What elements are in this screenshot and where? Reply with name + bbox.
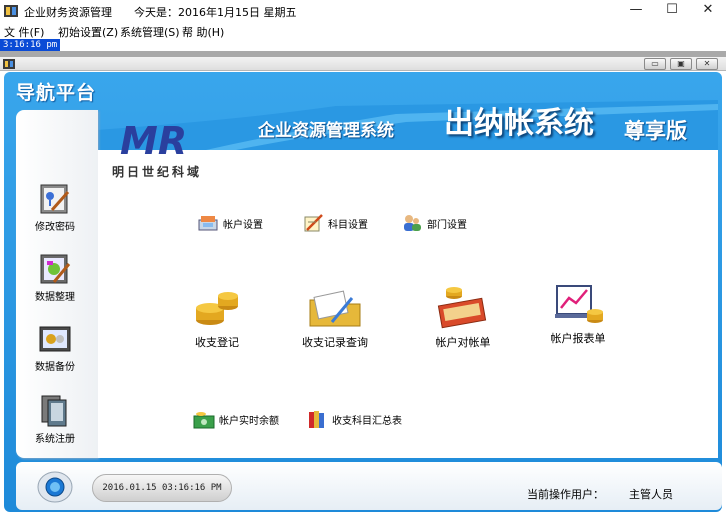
nav-data-organize-label: 数据整理 xyxy=(35,292,75,303)
close-button[interactable]: ✕ xyxy=(690,0,726,22)
account-statement-label: 帐户对帐单 xyxy=(435,336,491,349)
child-minimize-button[interactable]: ▭ xyxy=(644,58,666,70)
coins-icon xyxy=(196,292,238,325)
cashier-title: 出纳帐系统 xyxy=(444,106,594,141)
system-name: 企业资源管理系统 xyxy=(258,121,394,141)
income-expense-entry-label: 收支登记 xyxy=(195,336,239,349)
window-title: 企业财务资源管理 xyxy=(24,6,112,19)
department-settings-label: 部门设置 xyxy=(427,219,467,231)
today-date: 今天是：2016年1月15日 星期五 xyxy=(134,6,297,19)
cash-balance-icon xyxy=(193,412,215,429)
nav-system-register[interactable]: 系统注册 xyxy=(20,394,90,445)
register-icon xyxy=(41,395,67,427)
subject-settings-icon xyxy=(304,214,323,232)
menu-system-management[interactable]: 系统管理(S) xyxy=(120,24,180,40)
operator-name: 主管人员 xyxy=(629,488,673,501)
menu-bar: 文 件(F) 初始设置(Z) 系统管理(S) 帮 助(H) xyxy=(0,22,726,39)
account-settings-link[interactable]: 帐户设置 xyxy=(197,212,263,234)
minimize-button[interactable]: — xyxy=(618,0,654,22)
operator-label: 当前操作用户： xyxy=(527,488,604,501)
child-window-icon xyxy=(3,59,15,69)
realtime-balance-link[interactable]: 帐户实时余额 xyxy=(193,408,279,430)
data-organize-icon xyxy=(40,254,71,284)
backup-icon xyxy=(39,326,71,352)
folder-search-icon xyxy=(309,290,361,327)
statement-icon xyxy=(437,287,487,329)
edition-label: 尊享版 xyxy=(624,119,687,143)
subject-summary-label: 收支科目汇总表 xyxy=(332,415,402,427)
subject-settings-link[interactable]: 科目设置 xyxy=(302,212,368,234)
nav-data-backup[interactable]: 数据备份 xyxy=(20,322,90,373)
nav-platform-title: 导航平台 xyxy=(16,82,97,104)
status-datetime: 2016.01.15 03:16:16 PM xyxy=(92,474,232,502)
books-summary-icon xyxy=(309,411,324,428)
record-query[interactable]: 收支记录查询 xyxy=(280,286,390,350)
nav-data-organize[interactable]: 数据整理 xyxy=(20,252,90,303)
logo-subtitle: 明日世纪科域 xyxy=(112,165,203,179)
child-restore-button[interactable]: ▣ xyxy=(670,58,692,70)
clock-icon[interactable] xyxy=(36,470,74,504)
record-query-label: 收支记录查询 xyxy=(302,336,368,349)
menu-file[interactable]: 文 件(F) xyxy=(4,24,44,40)
menu-init-settings[interactable]: 初始设置(Z) xyxy=(58,24,118,40)
nav-change-password[interactable]: 修改密码 xyxy=(20,182,90,233)
clock-label: 3:16:16 pm xyxy=(0,39,61,51)
income-expense-entry[interactable]: 收支登记 xyxy=(162,286,272,350)
account-settings-icon xyxy=(198,216,218,231)
report-chart-icon xyxy=(555,285,603,323)
logo-mark: MR xyxy=(120,120,187,160)
menu-help[interactable]: 帮 助(H) xyxy=(182,24,224,40)
nav-data-backup-label: 数据备份 xyxy=(35,362,75,373)
account-settings-label: 帐户设置 xyxy=(223,219,263,231)
nav-system-register-label: 系统注册 xyxy=(35,434,75,445)
maximize-button[interactable]: ☐ xyxy=(654,0,690,22)
window-titlebar: 企业财务资源管理 今天是：2016年1月15日 星期五 — ☐ ✕ xyxy=(0,0,726,22)
department-settings-link[interactable]: 部门设置 xyxy=(401,212,467,234)
department-settings-icon xyxy=(404,215,421,231)
password-icon xyxy=(40,184,70,214)
realtime-balance-label: 帐户实时余额 xyxy=(219,415,279,427)
app-icon xyxy=(4,5,18,17)
account-report[interactable]: 帐户报表单 xyxy=(523,282,633,346)
nav-change-password-label: 修改密码 xyxy=(35,222,75,233)
child-close-button[interactable]: ✕ xyxy=(696,58,718,70)
subject-settings-label: 科目设置 xyxy=(328,219,368,231)
child-window-bar: ▭ ▣ ✕ xyxy=(0,57,726,71)
company-logo: MR xyxy=(120,120,187,160)
account-statement[interactable]: 帐户对帐单 xyxy=(408,286,518,350)
account-report-label: 帐户报表单 xyxy=(550,332,606,345)
subject-summary-link[interactable]: 收支科目汇总表 xyxy=(306,408,402,430)
